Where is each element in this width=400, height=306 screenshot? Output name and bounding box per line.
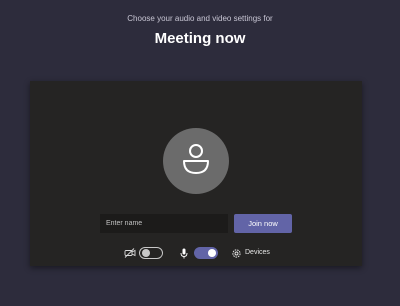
toggle-knob <box>142 249 150 257</box>
toggle-knob <box>208 249 216 257</box>
camera-off-icon[interactable] <box>124 248 136 258</box>
name-input[interactable] <box>100 214 228 233</box>
video-preview: Join now Devices <box>30 81 362 266</box>
microphone-icon[interactable] <box>180 248 188 259</box>
join-now-button[interactable]: Join now <box>234 214 292 233</box>
microphone-toggle[interactable] <box>194 247 218 259</box>
subtitle: Choose your audio and video settings for <box>127 14 273 23</box>
person-icon <box>183 144 209 174</box>
avatar <box>163 128 229 194</box>
camera-toggle[interactable] <box>139 247 163 259</box>
page-title: Meeting now <box>154 30 246 47</box>
devices-button[interactable]: Devices <box>245 249 270 256</box>
gear-icon[interactable] <box>231 248 242 259</box>
